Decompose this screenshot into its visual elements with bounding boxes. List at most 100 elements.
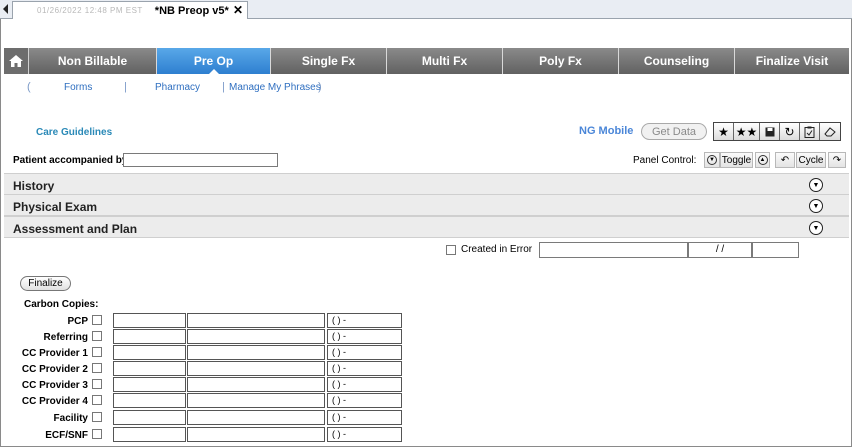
home-icon bbox=[9, 55, 23, 67]
cc-name-field[interactable] bbox=[187, 377, 325, 392]
sublink-separator: ) bbox=[318, 81, 322, 93]
cc-row-pcp: PCP ( ) - bbox=[0, 313, 420, 329]
cc-phone-field[interactable]: ( ) - bbox=[327, 313, 402, 328]
chevron-down-icon[interactable]: ▼ bbox=[809, 199, 823, 213]
section-history[interactable]: History ▼ bbox=[4, 173, 849, 195]
cc-checkbox[interactable] bbox=[92, 412, 102, 422]
cc-id-field[interactable] bbox=[113, 393, 186, 408]
eraser-icon[interactable] bbox=[820, 123, 840, 140]
cc-name-field[interactable] bbox=[187, 427, 325, 442]
nav-tab-counseling[interactable]: Counseling bbox=[619, 48, 735, 74]
cc-label: Referring bbox=[43, 332, 88, 343]
cc-id-field[interactable] bbox=[113, 427, 186, 442]
sublink-separator: | bbox=[124, 81, 127, 93]
section-physical-exam[interactable]: Physical Exam ▼ bbox=[4, 194, 849, 216]
tab-scroll-left-icon[interactable] bbox=[3, 4, 8, 14]
nav-tab-multi-fx[interactable]: Multi Fx bbox=[387, 48, 503, 74]
nav-tab-non-billable[interactable]: Non Billable bbox=[29, 48, 157, 74]
curved-arrow-left-icon: ↶ bbox=[780, 154, 790, 166]
refresh-icon[interactable]: ↻ bbox=[780, 123, 800, 140]
cc-name-field[interactable] bbox=[187, 361, 325, 376]
expand-all-button[interactable]: ▼ bbox=[704, 152, 720, 168]
care-guidelines-link[interactable]: Care Guidelines bbox=[36, 127, 112, 138]
cc-name-field[interactable] bbox=[187, 393, 325, 408]
cc-label: CC Provider 2 bbox=[21, 364, 88, 375]
cc-checkbox[interactable] bbox=[92, 379, 102, 389]
cc-name-field[interactable] bbox=[187, 313, 325, 328]
cc-checkbox[interactable] bbox=[92, 363, 102, 373]
cc-row-referring: Referring ( ) - bbox=[0, 329, 420, 345]
cc-id-field[interactable] bbox=[113, 410, 186, 425]
ng-mobile-label: NG Mobile bbox=[579, 125, 634, 137]
section-title: Physical Exam bbox=[13, 200, 98, 214]
cc-checkbox[interactable] bbox=[92, 347, 102, 357]
document-tab[interactable]: 01/26/2022 12:48 PM EST *NB Preop v5* ✕ bbox=[12, 1, 248, 19]
section-title: Assessment and Plan bbox=[13, 222, 138, 236]
cc-row-ecf-snf: ECF/SNF ( ) - bbox=[0, 427, 420, 443]
cc-id-field[interactable] bbox=[113, 361, 186, 376]
cc-phone-field[interactable]: ( ) - bbox=[327, 377, 402, 392]
nav-tab-poly-fx[interactable]: Poly Fx bbox=[503, 48, 619, 74]
patient-accompanied-label: Patient accompanied by: bbox=[13, 155, 131, 166]
nav-tab-finalize-visit[interactable]: Finalize Visit bbox=[735, 48, 849, 74]
cc-phone-field[interactable]: ( ) - bbox=[327, 345, 402, 360]
created-in-error-user-field[interactable] bbox=[539, 242, 688, 258]
created-in-error-checkbox[interactable] bbox=[446, 245, 456, 255]
home-button[interactable] bbox=[4, 48, 29, 74]
cc-name-field[interactable] bbox=[187, 410, 325, 425]
sublink-pharmacy[interactable]: Pharmacy bbox=[155, 82, 200, 93]
cc-label: ECF/SNF bbox=[45, 430, 88, 441]
get-data-button[interactable]: Get Data bbox=[641, 123, 707, 140]
section-assessment-and-plan[interactable]: Assessment and Plan ▼ bbox=[4, 216, 849, 238]
cc-phone-field[interactable]: ( ) - bbox=[327, 329, 402, 344]
finalize-button[interactable]: Finalize bbox=[20, 276, 71, 291]
carbon-copies-title: Carbon Copies: bbox=[24, 299, 99, 310]
cc-name-field[interactable] bbox=[187, 345, 325, 360]
patient-accompanied-input[interactable] bbox=[123, 153, 278, 167]
cc-id-field[interactable] bbox=[113, 329, 186, 344]
sublink-manage-my-phrases[interactable]: Manage My Phrases bbox=[229, 82, 321, 93]
cc-id-field[interactable] bbox=[113, 345, 186, 360]
cc-phone-field[interactable]: ( ) - bbox=[327, 393, 402, 408]
sublink-separator: | bbox=[222, 81, 225, 93]
cc-row-cc-provider-4: CC Provider 4 ( ) - bbox=[0, 393, 420, 409]
clipboard-check-icon[interactable] bbox=[800, 123, 820, 140]
chevron-down-icon[interactable]: ▼ bbox=[809, 178, 823, 192]
double-star-icon[interactable]: ★★ bbox=[734, 123, 760, 140]
chevron-down-icon[interactable]: ▼ bbox=[809, 221, 823, 235]
created-in-error-date-field[interactable]: / / bbox=[688, 242, 752, 258]
cc-checkbox[interactable] bbox=[92, 395, 102, 405]
close-tab-icon[interactable]: ✕ bbox=[233, 3, 243, 17]
cycle-button[interactable]: Cycle bbox=[796, 152, 826, 168]
created-in-error-time-field[interactable] bbox=[752, 242, 799, 258]
cc-row-cc-provider-3: CC Provider 3 ( ) - bbox=[0, 377, 420, 393]
cc-row-cc-provider-1: CC Provider 1 ( ) - bbox=[0, 345, 420, 361]
sublink-separator: ( bbox=[27, 81, 31, 93]
toolbar-icons: ★ ★★ ↻ bbox=[713, 122, 841, 141]
toggle-button[interactable]: Toggle bbox=[720, 152, 753, 168]
tab-blurred-date: 01/26/2022 12:48 PM EST bbox=[37, 6, 143, 15]
cc-phone-field[interactable]: ( ) - bbox=[327, 427, 402, 442]
cc-phone-field[interactable]: ( ) - bbox=[327, 410, 402, 425]
cc-checkbox[interactable] bbox=[92, 331, 102, 341]
star-icon[interactable]: ★ bbox=[714, 123, 734, 140]
cc-id-field[interactable] bbox=[113, 377, 186, 392]
next-panel-button[interactable]: ↷ bbox=[828, 152, 846, 168]
cc-checkbox[interactable] bbox=[92, 315, 102, 325]
previous-panel-button[interactable]: ↶ bbox=[775, 152, 795, 168]
sublink-forms[interactable]: Forms bbox=[64, 82, 92, 93]
chevron-up-icon: ▲ bbox=[757, 155, 768, 165]
cc-checkbox[interactable] bbox=[92, 429, 102, 439]
cc-id-field[interactable] bbox=[113, 313, 186, 328]
cc-label: PCP bbox=[67, 316, 88, 327]
cc-row-cc-provider-2: CC Provider 2 ( ) - bbox=[0, 361, 420, 377]
cc-name-field[interactable] bbox=[187, 329, 325, 344]
save-icon[interactable] bbox=[760, 123, 780, 140]
chevron-down-icon: ▼ bbox=[707, 155, 717, 165]
panel-control-label: Panel Control: bbox=[633, 155, 697, 166]
document-tab-strip: 01/26/2022 12:48 PM EST *NB Preop v5* ✕ bbox=[0, 0, 852, 19]
nav-tab-single-fx[interactable]: Single Fx bbox=[271, 48, 387, 74]
nav-tab-pre-op[interactable]: Pre Op bbox=[157, 48, 271, 75]
cc-phone-field[interactable]: ( ) - bbox=[327, 361, 402, 376]
collapse-all-button[interactable]: ▲ bbox=[755, 152, 770, 168]
